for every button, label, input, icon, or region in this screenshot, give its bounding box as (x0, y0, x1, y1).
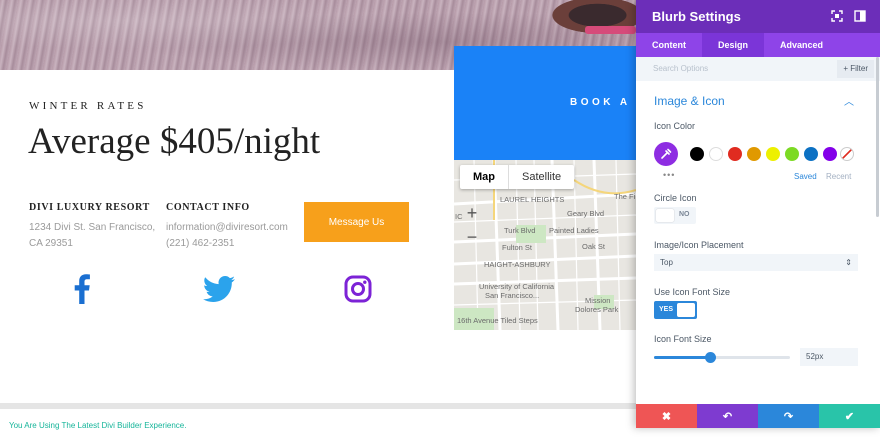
map-label-laurel: LAUREL HEIGHTS (500, 195, 565, 204)
circle-icon-value: NO (679, 211, 690, 218)
clear-color-swatch[interactable] (840, 147, 854, 161)
map-label-haight: HAIGHT-ASHBURY (484, 260, 551, 269)
map-label-mission-2: Dolores Park (575, 305, 619, 314)
use-font-size-label: Use Icon Font Size (654, 287, 731, 297)
blurb-settings-panel: Blurb Settings Content Design Advanced S… (636, 0, 880, 428)
map-tab-map[interactable]: Map (460, 165, 509, 189)
book-label: BOOK A (570, 97, 631, 108)
builder-notice: You Are Using The Latest Divi Builder Ex… (9, 421, 187, 430)
chevron-up-icon[interactable]: ︿ (844, 93, 854, 108)
icon-color-label: Icon Color (654, 121, 696, 131)
resort-address-line1: 1234 Divi St. San Francisco, (29, 222, 156, 233)
eyedropper-color-picker[interactable] (654, 142, 678, 166)
use-font-size-toggle[interactable]: YES (654, 301, 697, 319)
redo-icon[interactable]: ↷ (758, 404, 819, 428)
message-us-button[interactable]: Message Us (304, 202, 409, 242)
select-arrows-icon: ⇕ (845, 258, 852, 267)
contact-email[interactable]: information@diviresort.com (166, 220, 288, 236)
more-colors-icon[interactable]: ••• (663, 170, 675, 180)
color-swatch[interactable] (709, 147, 723, 161)
map-label-turk: Turk Blvd (504, 226, 536, 235)
placement-value: Top (660, 258, 673, 267)
panel-tabs: Content Design Advanced (636, 33, 880, 57)
color-swatch[interactable] (747, 147, 761, 161)
fullscreen-icon[interactable] (830, 9, 844, 23)
book-cta-block[interactable]: BOOK A (454, 46, 636, 160)
contact-info: CONTACT INFO information@diviresort.com … (166, 202, 288, 252)
section-image-icon[interactable]: Image & Icon (654, 94, 725, 108)
color-swatch[interactable] (804, 147, 818, 161)
resort-info: DIVI LUXURY RESORT 1234 Divi St. San Fra… (29, 202, 155, 252)
split-view-icon[interactable] (853, 9, 867, 23)
panel-footer-actions: ✖ ↶ ↷ ✔ (636, 404, 880, 428)
page-headline: Average $405/night (28, 121, 321, 162)
eyebrow-text: WINTER RATES (29, 100, 147, 112)
tab-advanced[interactable]: Advanced (764, 33, 839, 57)
panel-scrollbar[interactable] (876, 57, 879, 217)
close-icon[interactable]: ✖ (636, 404, 697, 428)
filter-button[interactable]: + Filter (837, 60, 874, 78)
placement-label: Image/Icon Placement (654, 240, 744, 250)
options-search: Search Options + Filter (636, 57, 880, 81)
toggle-knob (656, 209, 674, 222)
toggle-knob (677, 303, 695, 317)
map-label-ucsf-1: University of California (479, 282, 555, 291)
saved-colors-tab[interactable]: Saved (794, 172, 817, 181)
tab-design[interactable]: Design (702, 33, 765, 57)
contact-title: CONTACT INFO (166, 202, 250, 213)
map-label-steps: 16th Avenue Tiled Steps (457, 316, 538, 325)
map-zoom-controls: + − (460, 202, 484, 250)
map-embed[interactable]: Map Satellite + − IC LAUREL HEIGHTS The … (454, 160, 636, 330)
font-size-slider[interactable] (654, 352, 790, 363)
map-label-oak: Oak St (582, 242, 605, 251)
color-swatch[interactable] (766, 147, 780, 161)
resort-title: DIVI LUXURY RESORT (29, 202, 150, 213)
font-size-input[interactable]: 52px (800, 348, 858, 366)
undo-icon[interactable]: ↶ (697, 404, 758, 428)
map-tab-satellite[interactable]: Satellite (509, 165, 574, 189)
page: WINTER RATES Average $405/night DIVI LUX… (0, 0, 880, 439)
resort-address-line2: CA 29351 (29, 238, 73, 249)
color-swatch[interactable] (785, 147, 799, 161)
circle-icon-toggle[interactable]: NO (654, 207, 696, 224)
font-size-label: Icon Font Size (654, 334, 712, 344)
slider-thumb[interactable] (704, 352, 716, 363)
color-swatch[interactable] (728, 147, 742, 161)
use-font-size-value: YES (659, 306, 674, 313)
map-label-fulton: Fulton St (502, 243, 533, 252)
zoom-in-button[interactable]: + (460, 202, 484, 226)
contact-phone[interactable]: (221) 462-2351 (166, 236, 288, 252)
zoom-out-button[interactable]: − (460, 226, 484, 250)
panel-title: Blurb Settings (652, 9, 741, 24)
instagram-icon[interactable] (342, 273, 374, 305)
map-type-control: Map Satellite (460, 165, 575, 189)
color-swatch[interactable] (823, 147, 837, 161)
map-label-ucsf-2: San Francisco... (485, 291, 540, 300)
map-label-geary: Geary Blvd (567, 209, 605, 218)
facebook-icon[interactable] (66, 273, 98, 305)
recent-colors-tab[interactable]: Recent (826, 172, 851, 181)
map-label-ic: IC (455, 212, 463, 221)
search-input[interactable]: Search Options (653, 64, 708, 73)
map-label-the-f: The Fi (614, 192, 636, 201)
color-swatch[interactable] (690, 147, 704, 161)
map-label-painted: Painted Ladies (549, 226, 599, 235)
eyedropper-icon (661, 148, 672, 159)
circle-icon-label: Circle Icon (654, 193, 697, 203)
hero-towel-shape (585, 26, 636, 34)
placement-select[interactable]: Top ⇕ (654, 254, 858, 271)
tab-content[interactable]: Content (636, 33, 702, 57)
twitter-icon[interactable] (203, 273, 235, 305)
save-check-icon[interactable]: ✔ (819, 404, 880, 428)
map-label-mission-1: Mission (585, 296, 611, 305)
slider-fill (654, 356, 710, 359)
panel-header[interactable]: Blurb Settings (636, 0, 880, 33)
